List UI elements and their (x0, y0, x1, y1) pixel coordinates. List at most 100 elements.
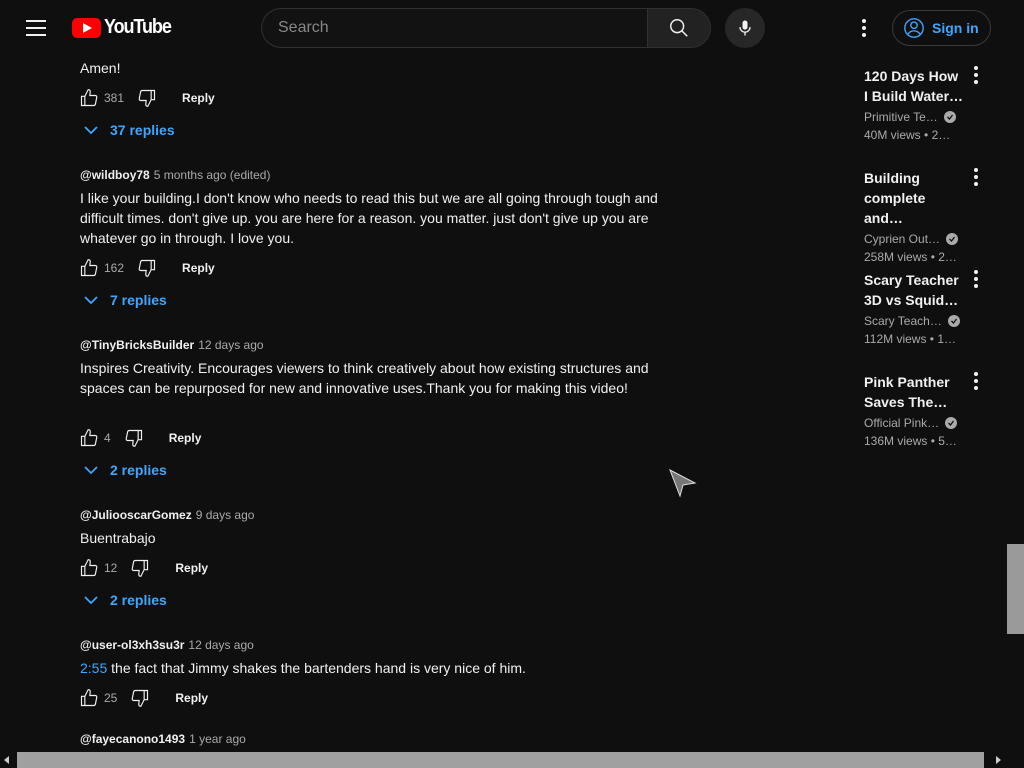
top-header: YouTube Sign in (0, 0, 1024, 56)
like-icon[interactable] (78, 257, 100, 279)
rec-meta: 258M views • 2… (864, 250, 957, 264)
dislike-icon[interactable] (123, 427, 145, 449)
more-actions-icon[interactable] (974, 168, 978, 186)
comments-section: Amen! 381 Reply 37 replies @wildboy78 5 m… (0, 0, 840, 752)
replies-label: 7 replies (110, 292, 167, 308)
view-replies-button[interactable]: 37 replies (84, 122, 175, 138)
author-handle[interactable]: @JuliooscarGomez (80, 508, 192, 522)
rec-title[interactable]: Scary Teacher 3D vs Squid… (864, 270, 964, 310)
comment-body: the fact that Jimmy shakes the bartender… (107, 660, 526, 676)
chevron-down-icon (84, 126, 98, 135)
reply-button[interactable]: Reply (175, 691, 208, 705)
microphone-icon (739, 20, 751, 36)
comment-text: Amen! (80, 60, 121, 76)
rec-age: 5… (938, 434, 957, 448)
like-count: 162 (104, 261, 125, 275)
voice-search-button[interactable] (725, 8, 765, 48)
comment-actions: 381 Reply (78, 86, 215, 110)
comment-time[interactable]: 12 days ago (198, 338, 263, 352)
verified-check-icon (947, 315, 960, 327)
author-handle[interactable]: @user-ol3xh3su3r (80, 638, 184, 652)
verified-check-icon (946, 233, 959, 245)
comment-time[interactable]: 1 year ago (189, 732, 246, 746)
logo-text: YouTube (104, 16, 172, 38)
dislike-icon[interactable] (136, 257, 158, 279)
recommended-video[interactable]: 120 Days How I Build Water… Primitive Te… (864, 66, 994, 142)
rec-views: 112M views (864, 332, 927, 346)
more-actions-icon[interactable] (974, 270, 978, 288)
timestamp-link[interactable]: 2:55 (80, 660, 107, 676)
scroll-left-arrow-icon[interactable] (4, 756, 9, 764)
comment-author[interactable]: @fayecanono1493 1 year ago (80, 732, 246, 746)
mouse-pointer-icon (669, 468, 697, 498)
youtube-logo[interactable]: YouTube (72, 16, 178, 39)
like-icon[interactable] (78, 557, 100, 579)
rec-channel-name[interactable]: Scary Teach… (864, 314, 942, 328)
rec-meta: 40M views • 2… (864, 128, 951, 142)
rec-meta: 112M views • 1… (864, 332, 957, 346)
like-icon[interactable] (78, 87, 100, 109)
rec-views: 40M views (864, 128, 921, 142)
comment-text: Inspires Creativity. Encourages viewers … (80, 360, 649, 396)
youtube-play-icon (72, 17, 101, 38)
like-icon[interactable] (78, 687, 100, 709)
comment-actions: 162 Reply (78, 256, 215, 280)
view-replies-button[interactable]: 7 replies (84, 292, 167, 308)
more-actions-icon[interactable] (974, 372, 978, 390)
like-count: 25 (104, 691, 118, 705)
dislike-icon[interactable] (129, 557, 151, 579)
comment-actions: 25 Reply (78, 686, 208, 710)
rec-title[interactable]: Building complete and… (864, 168, 964, 228)
view-replies-button[interactable]: 2 replies (84, 592, 167, 608)
reply-button[interactable]: Reply (169, 431, 202, 445)
author-handle[interactable]: @wildboy78 (80, 168, 150, 182)
rec-views: 258M views (864, 250, 928, 264)
search-bar (261, 8, 711, 48)
more-actions-icon[interactable] (974, 66, 978, 84)
recommended-video[interactable]: Pink Panther Saves The… Official Pink… 1… (864, 372, 994, 448)
rec-meta: 136M views • 5… (864, 434, 957, 448)
comment-author[interactable]: @user-ol3xh3su3r 12 days ago (80, 638, 254, 652)
rec-channel[interactable]: Cyprien Out… (864, 232, 994, 246)
comment-author[interactable]: @JuliooscarGomez 9 days ago (80, 508, 254, 522)
settings-more-icon[interactable] (852, 16, 876, 40)
recommended-video[interactable]: Building complete and… Cyprien Out… 258M… (864, 168, 994, 264)
rec-title[interactable]: 120 Days How I Build Water… (864, 66, 964, 106)
comment-time[interactable]: 12 days ago (188, 638, 253, 652)
search-input[interactable] (261, 8, 647, 48)
comment-author[interactable]: @TinyBricksBuilder 12 days ago (80, 338, 264, 352)
comment-time[interactable]: 5 months ago (edited) (154, 168, 271, 182)
recommended-video[interactable]: Scary Teacher 3D vs Squid… Scary Teach… … (864, 270, 994, 346)
comment-time[interactable]: 9 days ago (196, 508, 255, 522)
dislike-icon[interactable] (129, 687, 151, 709)
sign-in-button[interactable]: Sign in (892, 10, 991, 46)
horizontal-scrollbar-thumb[interactable] (17, 752, 984, 768)
chevron-down-icon (84, 466, 98, 475)
dislike-icon[interactable] (136, 87, 158, 109)
comment-actions: 12 Reply (78, 556, 208, 580)
rec-channel-name[interactable]: Primitive Te… (864, 110, 938, 124)
like-icon[interactable] (78, 427, 100, 449)
rec-channel[interactable]: Official Pink… (864, 416, 994, 430)
reply-button[interactable]: Reply (182, 261, 215, 275)
horizontal-scrollbar[interactable] (0, 752, 1024, 768)
author-handle[interactable]: @fayecanono1493 (80, 732, 185, 746)
author-handle[interactable]: @TinyBricksBuilder (80, 338, 194, 352)
rec-channel[interactable]: Scary Teach… (864, 314, 994, 328)
comment-text: Buentrabajo (80, 530, 156, 546)
rec-channel-name[interactable]: Cyprien Out… (864, 232, 940, 246)
reply-button[interactable]: Reply (182, 91, 215, 105)
search-button[interactable] (647, 8, 711, 48)
comment-author[interactable]: @wildboy78 5 months ago (edited) (80, 168, 270, 182)
vertical-scrollbar-thumb[interactable] (1007, 544, 1024, 634)
comment-text: I like your building.I don't know who ne… (80, 190, 658, 246)
view-replies-button[interactable]: 2 replies (84, 462, 167, 478)
hamburger-menu-icon[interactable] (20, 12, 52, 44)
rec-channel[interactable]: Primitive Te… (864, 110, 994, 124)
reply-button[interactable]: Reply (175, 561, 208, 575)
rec-channel-name[interactable]: Official Pink… (864, 416, 939, 430)
like-count: 12 (104, 561, 118, 575)
rec-title[interactable]: Pink Panther Saves The… (864, 372, 964, 412)
scroll-right-arrow-icon[interactable] (996, 756, 1001, 764)
sign-in-label: Sign in (932, 20, 979, 36)
